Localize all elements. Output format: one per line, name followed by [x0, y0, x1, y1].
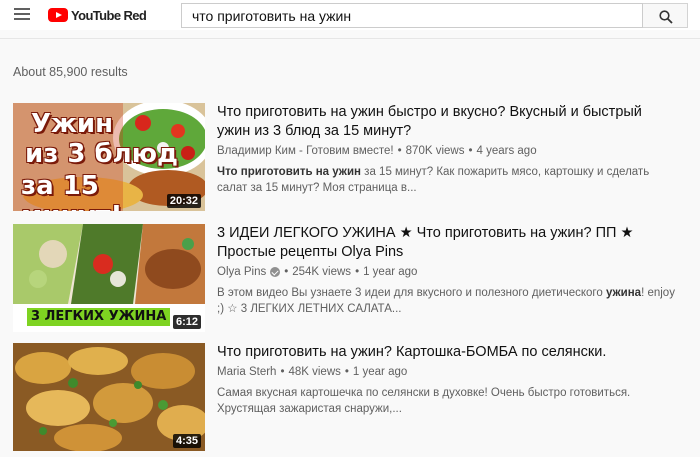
meta-separator: • — [468, 145, 473, 157]
thumbnail-banner: 3 ЛЕГКИХ УЖИНА — [27, 307, 171, 327]
top-bar: YouTube Red — [0, 0, 700, 30]
search-icon — [659, 10, 673, 24]
video-info: Что приготовить на ужин? Картошка-БОМБА … — [217, 343, 677, 417]
video-description: Самая вкусная картошечка по селянски в д… — [217, 385, 677, 417]
channel-name[interactable]: Maria Sterh — [217, 364, 276, 380]
description-text: В этом видео Вы узнаете 3 идеи для вкусн… — [217, 287, 606, 299]
view-count: 870K views — [405, 145, 465, 157]
video-thumbnail[interactable]: 3 ЛЕГКИХ УЖИНА 6:12 — [13, 224, 205, 332]
meta-separator: • — [355, 266, 360, 278]
video-description: В этом видео Вы узнаете 3 идеи для вкусн… — [217, 285, 677, 317]
video-thumbnail[interactable]: Ужин из 3 блюд за 15 минут! 20:32 — [13, 103, 205, 211]
view-count: 254K views — [292, 266, 352, 278]
video-result[interactable]: 3 ЛЕГКИХ УЖИНА 6:12 3 ИДЕИ ЛЕГКОГО УЖИНА… — [13, 224, 693, 332]
video-duration: 6:12 — [172, 315, 201, 329]
upload-age: 4 years ago — [476, 145, 537, 157]
verified-check-icon — [270, 267, 281, 277]
thumbnail-caption-line: из 3 блюд — [25, 139, 178, 169]
results-count: About 85,900 results — [13, 65, 128, 79]
meta-separator: • — [344, 366, 349, 378]
video-title[interactable]: 3 ИДЕИ ЛЕГКОГО УЖИНА ★ Что приготовить н… — [217, 224, 677, 262]
search-button[interactable] — [643, 3, 688, 28]
video-meta: Владимир Ким - Готовим вместе! • 870K vi… — [217, 143, 677, 159]
description-highlight: Что приготовить на ужин — [217, 166, 361, 178]
view-count: 48K views — [288, 366, 341, 378]
video-description: Что приготовить на ужин за 15 минут? Как… — [217, 164, 677, 196]
hamburger-menu-icon[interactable] — [14, 8, 30, 20]
channel-name[interactable]: Olya Pins — [217, 264, 266, 280]
video-info: 3 ИДЕИ ЛЕГКОГО УЖИНА ★ Что приготовить н… — [217, 224, 677, 317]
description-highlight: ужина — [605, 287, 642, 299]
thumbnail-banner-text: 3 ЛЕГКИХ УЖИНА — [27, 308, 171, 326]
description-text: Самая вкусная картошечка по селянски в д… — [217, 387, 631, 415]
video-duration: 20:32 — [166, 194, 201, 208]
upload-age: 1 year ago — [363, 266, 418, 278]
meta-separator: • — [397, 145, 402, 157]
video-meta: Maria Sterh • 48K views • 1 year ago — [217, 364, 677, 380]
channel-name[interactable]: Владимир Ким - Готовим вместе! — [217, 143, 394, 159]
youtube-logo-icon — [48, 8, 68, 22]
upload-age: 1 year ago — [352, 366, 408, 378]
video-meta: Olya Pins • 254K views • 1 year ago — [217, 264, 677, 280]
meta-separator: • — [280, 366, 285, 378]
video-thumbnail[interactable]: 4:35 — [13, 343, 205, 451]
meta-separator: • — [284, 266, 289, 278]
video-title[interactable]: Что приготовить на ужин быстро и вкусно?… — [217, 103, 677, 141]
logo-text: YouTube Red — [71, 7, 147, 23]
video-title[interactable]: Что приготовить на ужин? Картошка-БОМБА … — [217, 343, 677, 362]
thumbnail-caption-line: Ужин — [31, 109, 114, 139]
video-info: Что приготовить на ужин быстро и вкусно?… — [217, 103, 677, 196]
video-duration: 4:35 — [172, 434, 201, 448]
search-input[interactable] — [181, 3, 643, 28]
video-result[interactable]: 4:35 Что приготовить на ужин? Картошка-Б… — [13, 343, 693, 451]
youtube-logo[interactable]: YouTube Red — [48, 6, 147, 24]
header-divider — [0, 38, 700, 39]
video-result[interactable]: Ужин из 3 блюд за 15 минут! 20:32 Что пр… — [13, 103, 693, 211]
